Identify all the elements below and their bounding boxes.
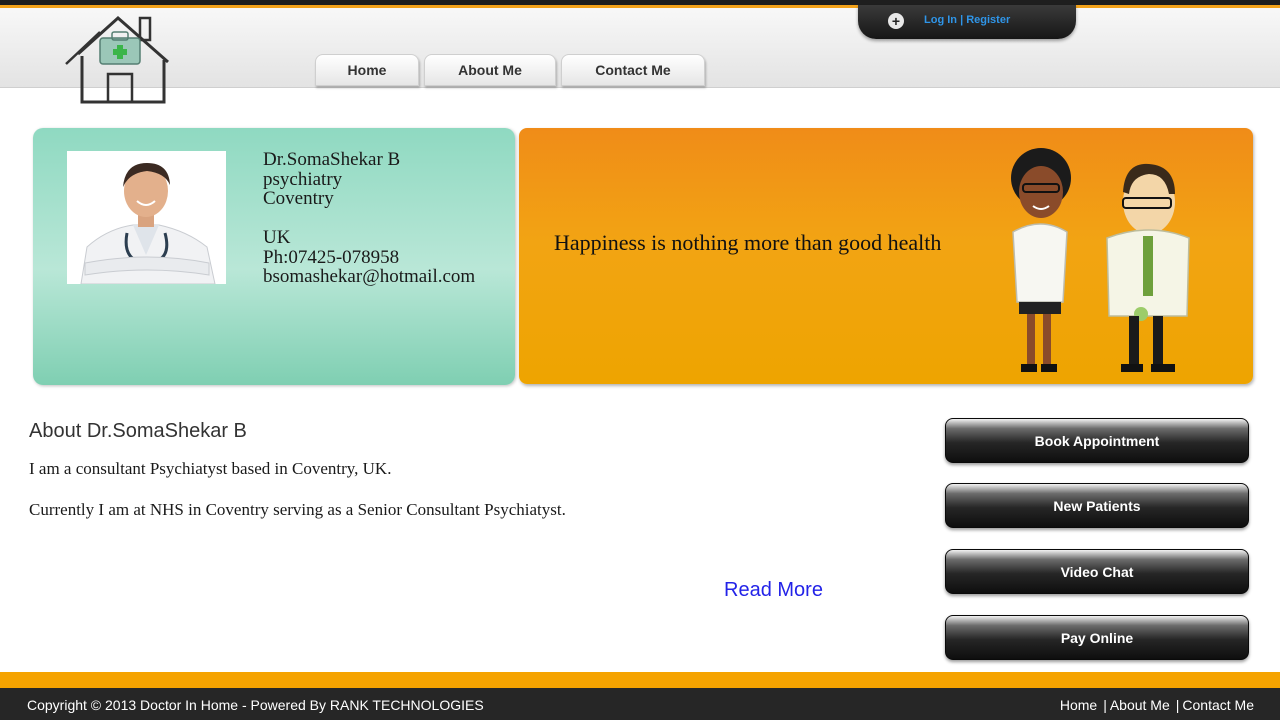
- doctor-country: UK: [263, 227, 291, 248]
- doctor-specialty: psychiatry: [263, 168, 343, 190]
- top-stripe: [0, 0, 1280, 8]
- doctor-phone: Ph:07425-078958: [263, 246, 400, 268]
- nav-home[interactable]: Home: [315, 54, 419, 86]
- login-panel: + Log In | Register: [858, 5, 1076, 39]
- login-separator: |: [960, 14, 964, 26]
- pay-online-button[interactable]: Pay Online: [945, 615, 1249, 660]
- login-link[interactable]: Log In: [924, 14, 957, 26]
- footer-separator: |: [1103, 697, 1107, 713]
- about-title: About Dr.SomaShekar B: [29, 420, 247, 442]
- about-paragraph-1: I am a consultant Psychiatyst based in C…: [29, 459, 392, 478]
- about-paragraph-2: Currently I am at NHS in Coventry servin…: [29, 500, 566, 519]
- profile-card: Dr.SomaShekar B psychiatry Coventry UK P…: [33, 128, 515, 385]
- nav-contact-me[interactable]: Contact Me: [561, 54, 705, 86]
- footer-accent-bar: [0, 672, 1280, 688]
- footer-separator: |: [1175, 697, 1180, 713]
- site-header: Home About Me Contact Me: [0, 8, 1280, 104]
- footer-link-about-me[interactable]: About Me: [1110, 697, 1170, 713]
- video-chat-button[interactable]: Video Chat: [945, 549, 1249, 594]
- doctors-illustration: [989, 142, 1199, 378]
- book-appointment-button[interactable]: Book Appointment: [945, 418, 1249, 463]
- register-link[interactable]: Register: [966, 14, 1010, 26]
- hero-banner: Happiness is nothing more than good heal…: [519, 128, 1253, 384]
- doctor-city: Coventry: [263, 188, 334, 209]
- house-logo-icon[interactable]: [60, 12, 176, 110]
- banner-quote: Happiness is nothing more than good heal…: [554, 230, 942, 255]
- footer-links: Home | About Me | Contact Me: [1060, 697, 1254, 713]
- doctor-photo: [67, 151, 226, 284]
- doctor-name: Dr.SomaShekar B: [263, 149, 401, 170]
- new-patients-button[interactable]: New Patients: [945, 483, 1249, 528]
- read-more-link[interactable]: Read More: [724, 579, 823, 602]
- site-footer: Copyright © 2013 Doctor In Home - Powere…: [0, 688, 1280, 720]
- nav-about-me[interactable]: About Me: [424, 54, 556, 86]
- footer-link-contact-me[interactable]: Contact Me: [1182, 697, 1254, 713]
- copyright-text: Copyright © 2013 Doctor In Home - Powere…: [27, 697, 484, 713]
- footer-link-home[interactable]: Home: [1060, 697, 1097, 713]
- plus-circle-icon: +: [888, 13, 904, 29]
- doctor-email: bsomashekar@hotmail.com: [263, 266, 476, 287]
- profile-info: Dr.SomaShekar B psychiatry Coventry UK P…: [263, 150, 475, 287]
